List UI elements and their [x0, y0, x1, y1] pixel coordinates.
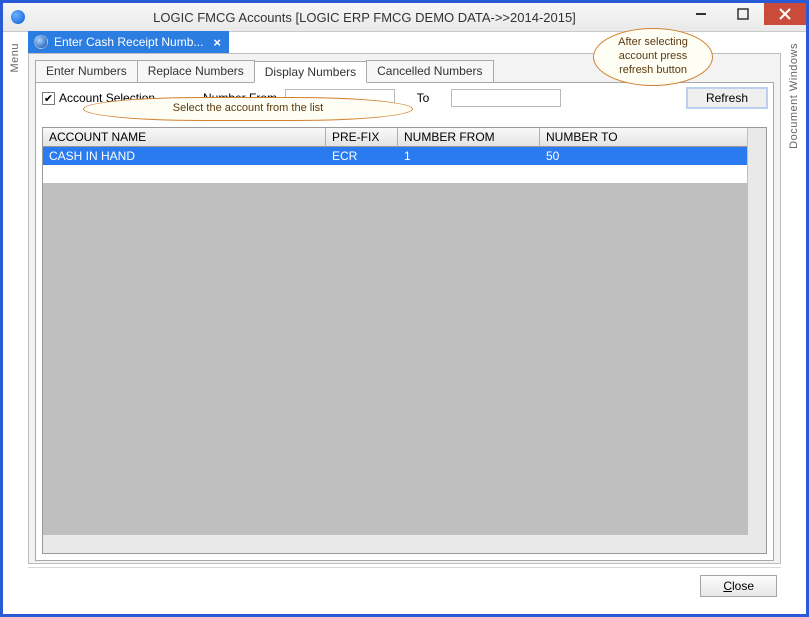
document-tab[interactable]: Enter Cash Receipt Numb... × [28, 31, 229, 53]
document-windows-side-label[interactable]: Document Windows [788, 43, 800, 149]
doc-icon [34, 35, 48, 49]
tab-replace-numbers[interactable]: Replace Numbers [137, 60, 255, 82]
tab-cancelled-numbers[interactable]: Cancelled Numbers [366, 60, 493, 82]
tab-display-numbers[interactable]: Display Numbers [254, 61, 367, 83]
cell-prefix: ECR [326, 147, 398, 165]
grid-header: ACCOUNT NAME PRE-FIX NUMBER FROM NUMBER … [43, 128, 748, 147]
callout-list-hint: Select the account from the list [83, 97, 413, 121]
cell-number-to: 50 [540, 147, 748, 165]
cell-account-name: CASH IN HAND [43, 147, 326, 165]
bottom-bar: Close [28, 567, 781, 604]
grid-vertical-scrollbar[interactable] [747, 128, 766, 535]
close-button[interactable]: Close [700, 575, 777, 597]
tab-body: ✔ Account Selection Number From To Refre… [35, 82, 774, 561]
main-panel: Enter Numbers Replace Numbers Display Nu… [28, 53, 781, 564]
col-number-to[interactable]: NUMBER TO [540, 128, 748, 147]
minimize-button[interactable] [680, 3, 722, 25]
document-tab-close[interactable]: × [209, 35, 221, 50]
maximize-button[interactable] [722, 3, 764, 25]
maximize-icon [737, 8, 749, 20]
close-window-button[interactable] [764, 3, 806, 25]
table-row[interactable]: CASH IN HAND ECR 1 50 [43, 147, 748, 165]
grid-horizontal-scrollbar[interactable] [43, 534, 748, 553]
titlebar: LOGIC FMCG Accounts [LOGIC ERP FMCG DEMO… [3, 3, 806, 32]
window-controls [680, 3, 806, 25]
col-prefix[interactable]: PRE-FIX [326, 128, 398, 147]
grid-scroll-corner [748, 535, 766, 553]
table-row[interactable] [43, 165, 748, 183]
cell-number-from: 1 [398, 147, 540, 165]
callout-refresh-hint: After selecting account press refresh bu… [593, 28, 713, 86]
refresh-button[interactable]: Refresh [687, 88, 767, 108]
close-icon [779, 8, 791, 20]
col-account-name[interactable]: ACCOUNT NAME [43, 128, 326, 147]
menu-side-label[interactable]: Menu [9, 43, 21, 73]
data-grid[interactable]: ACCOUNT NAME PRE-FIX NUMBER FROM NUMBER … [42, 127, 767, 554]
app-icon [11, 10, 25, 24]
tab-enter-numbers[interactable]: Enter Numbers [35, 60, 138, 82]
document-tab-title: Enter Cash Receipt Numb... [54, 35, 203, 49]
minimize-icon [695, 8, 707, 20]
account-selection-checkbox[interactable]: ✔ [42, 92, 55, 105]
col-number-from[interactable]: NUMBER FROM [398, 128, 540, 147]
number-to-input[interactable] [451, 89, 561, 107]
to-label: To [399, 91, 447, 105]
